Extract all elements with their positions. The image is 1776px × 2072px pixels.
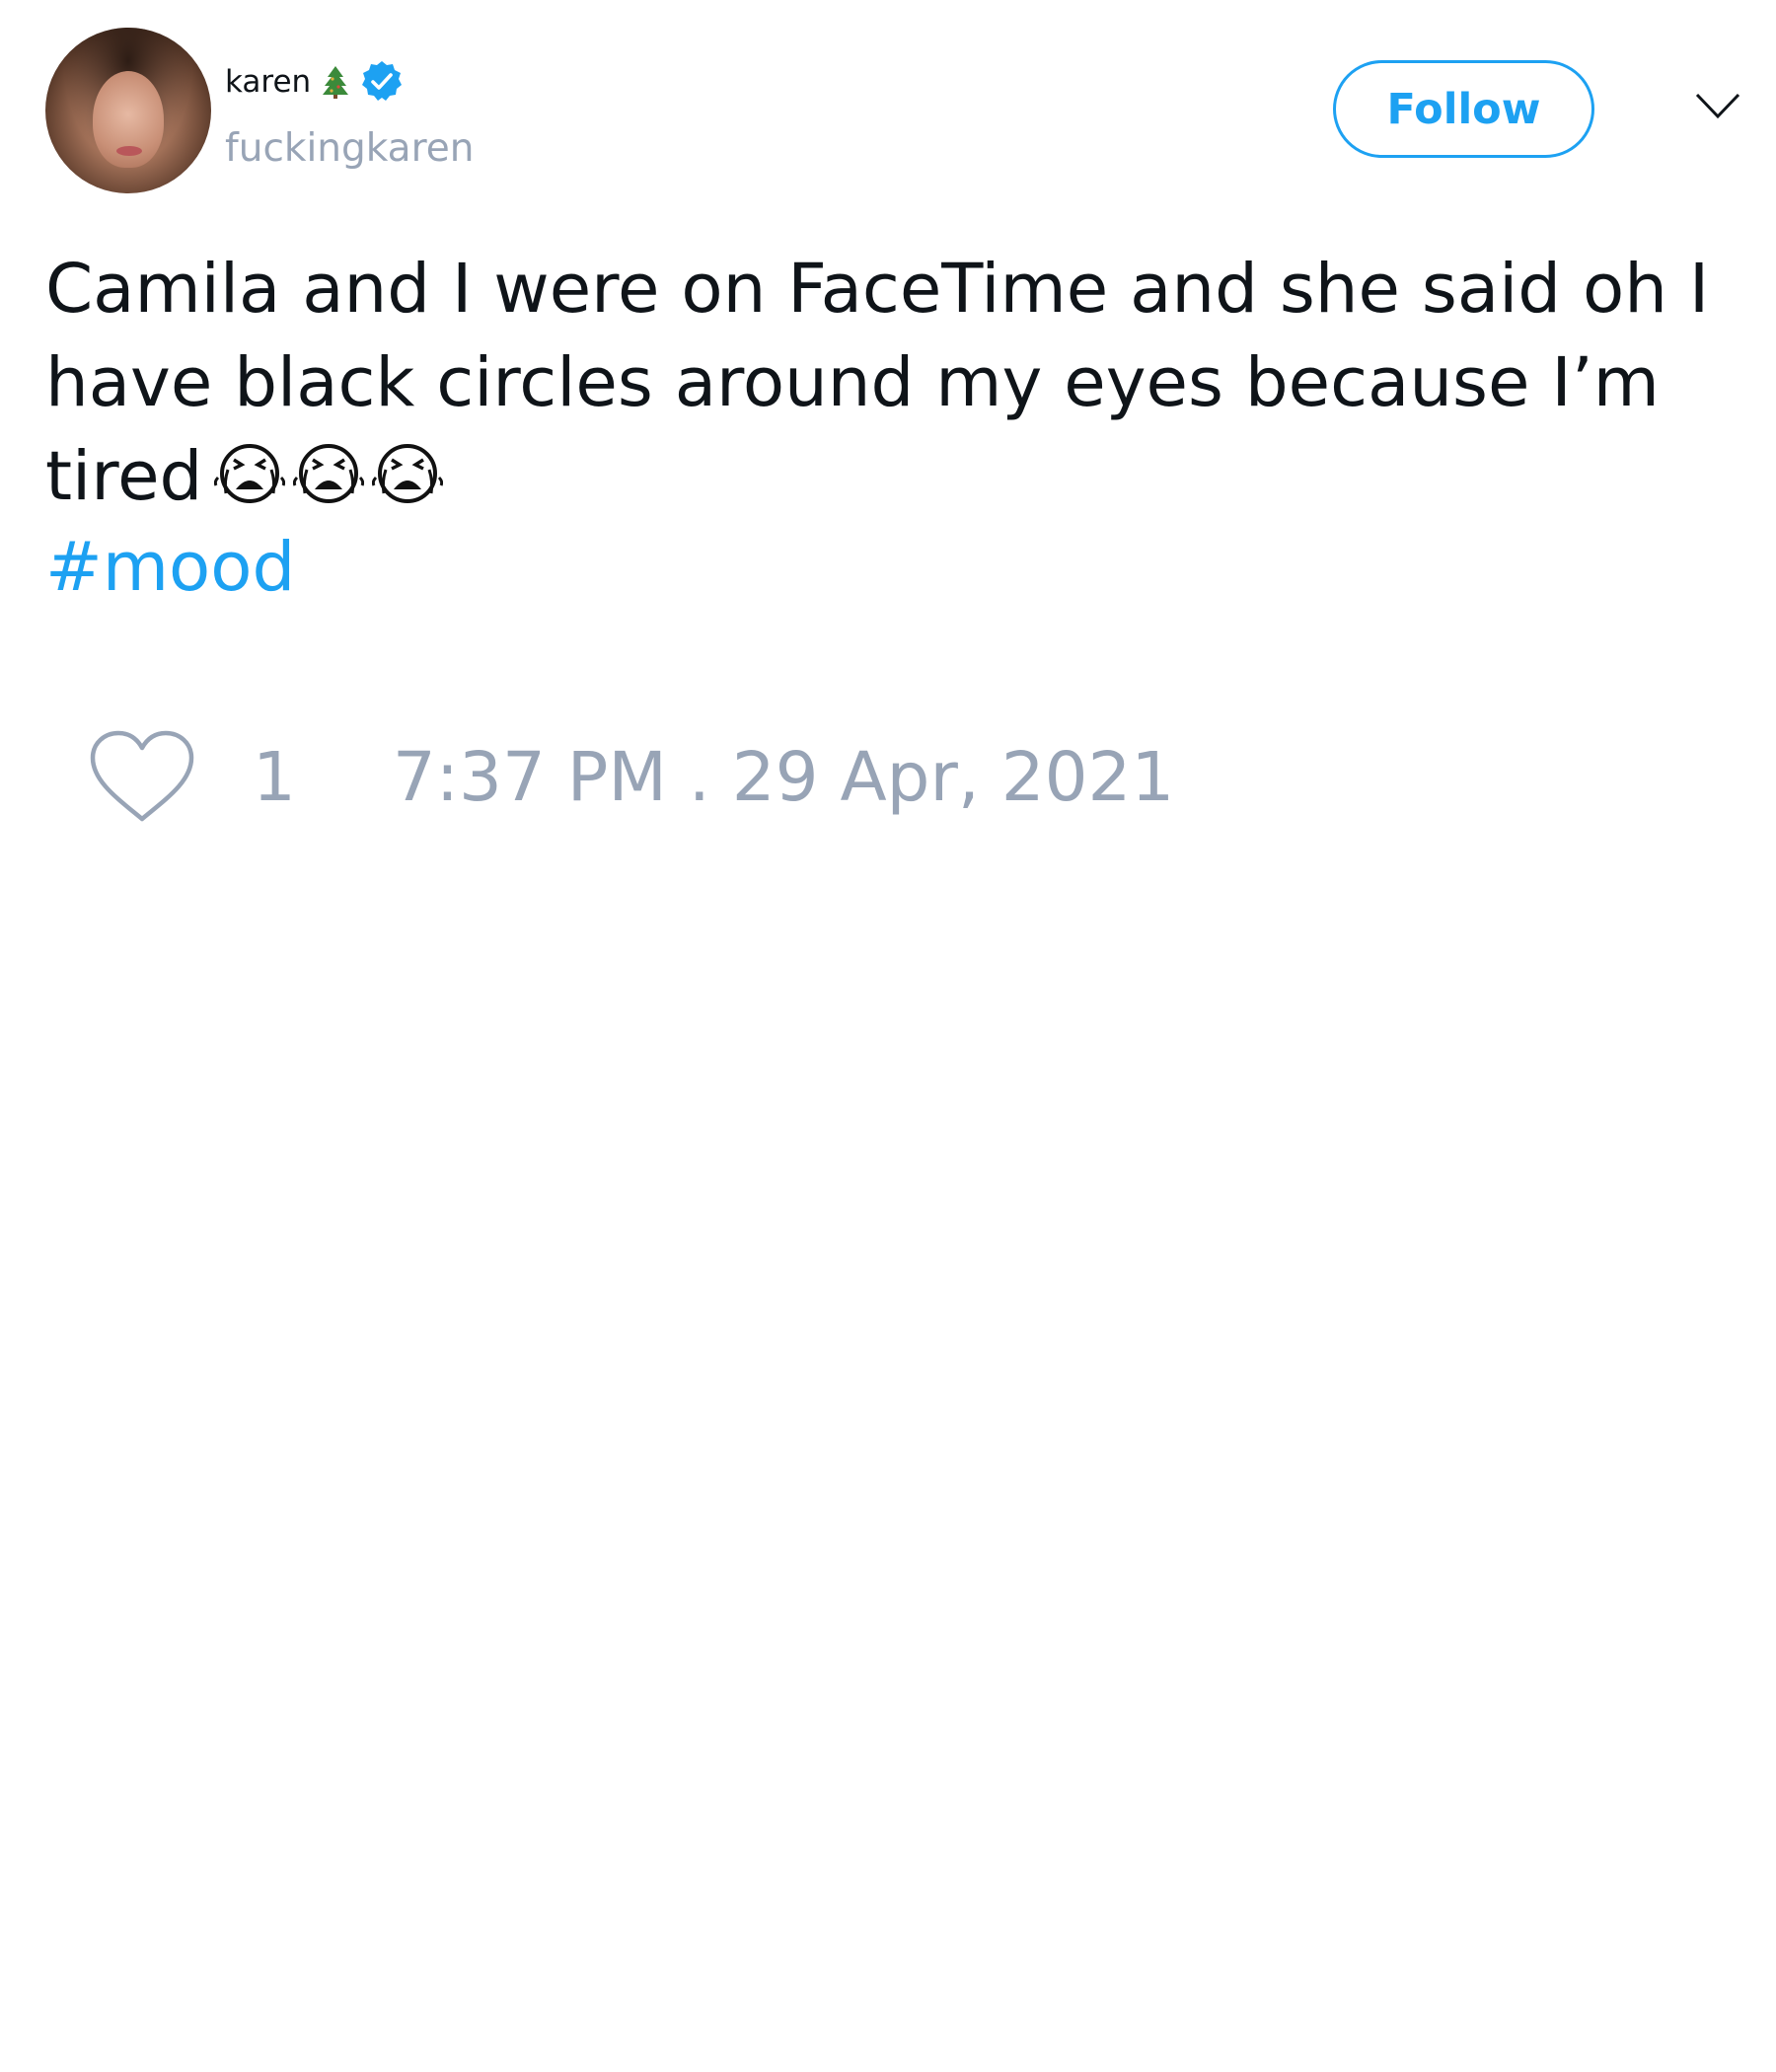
hashtag-link[interactable]: #mood	[45, 528, 295, 607]
tweet-footer: 1 7:37 PM . 29 Apr, 2021	[89, 728, 1174, 827]
follow-button[interactable]: Follow	[1333, 60, 1594, 158]
loudly-crying-face-icon	[293, 444, 365, 503]
christmas-tree-icon	[323, 66, 349, 99]
heart-icon[interactable]	[89, 730, 195, 825]
like-count: 1	[253, 738, 296, 817]
tweet-timestamp[interactable]: 7:37 PM . 29 Apr, 2021	[393, 738, 1174, 817]
author-handle[interactable]: fuckingkaren	[225, 126, 474, 171]
author-name-row: karen	[225, 61, 404, 103]
tweet-card: karen fuckingkaren Follow Camila and I w…	[0, 0, 1776, 2072]
emoji-row	[214, 438, 444, 505]
loudly-crying-face-icon	[372, 444, 444, 503]
loudly-crying-face-icon	[214, 444, 286, 503]
avatar[interactable]	[45, 28, 211, 193]
avatar-lips	[116, 146, 142, 156]
tweet-text-block: Camila and I were on FaceTime and she sa…	[45, 243, 1742, 524]
verified-badge-icon	[362, 61, 403, 101]
display-name[interactable]: karen	[225, 64, 311, 100]
chevron-down-icon[interactable]	[1694, 91, 1741, 120]
